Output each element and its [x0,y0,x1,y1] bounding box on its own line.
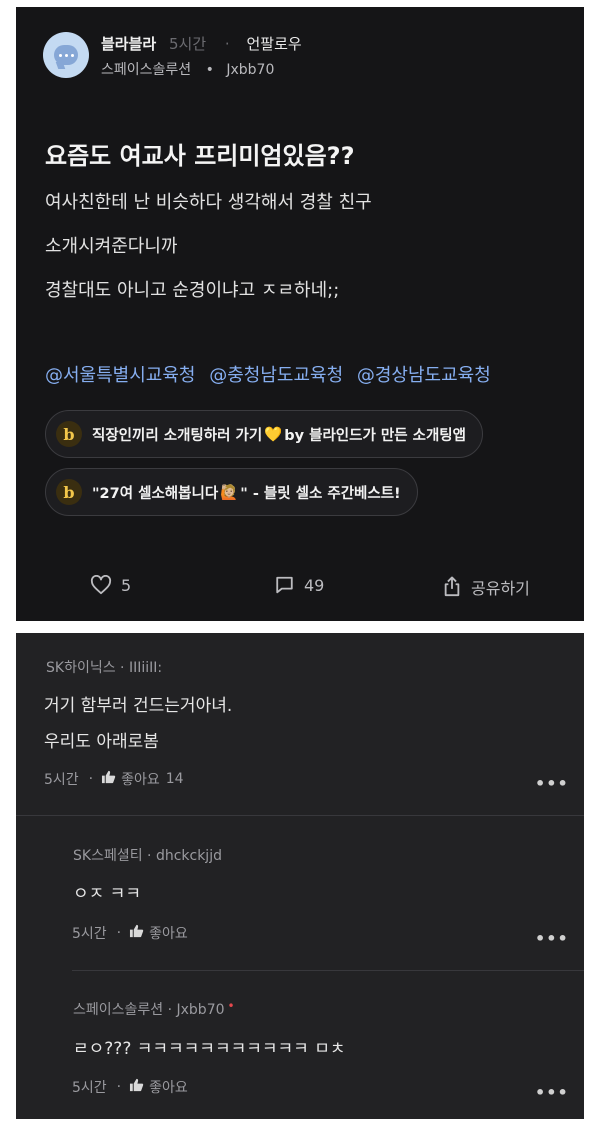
thumbs-up-icon[interactable] [129,924,144,942]
comment-text: 우리도 아래로봄 [44,732,159,752]
post-body-line: 여사친한테 난 비슷하다 생각해서 경찰 친구 [45,192,372,213]
unfollow-button[interactable]: 언팔로우 [246,35,301,53]
like-count: 5 [121,575,132,595]
more-options-icon[interactable]: ••• [535,774,569,793]
thumbs-up-icon[interactable] [101,770,116,788]
author-nickname: Jxbb70 [226,62,275,78]
reply-author[interactable]: 스페이스솔루션 · Jxbb70 • [73,999,235,1019]
tag-list: @서울특별시교육청 @충청남도교육청 @경상남도교육청 [45,361,499,387]
yellow-heart-icon: 💛 [264,426,283,443]
promo-link[interactable]: b "27여 셀소해봅니다 🙋🏼 " - 블릿 셀소 주간베스트! [45,468,418,516]
reply-author[interactable]: SK스페셜티 · dhckckjjd [73,845,222,865]
like-count: 14 [165,771,184,787]
separator: • [205,62,214,78]
more-options-icon[interactable]: ••• [535,929,569,948]
author-company: 스페이스솔루션 [101,62,192,78]
share-label: 공유하기 [471,579,530,598]
share-icon [444,576,460,597]
promo-text: " - 블릿 셀소 주간베스트! [240,485,401,502]
post-actions: 5 49 공유하기 [16,571,584,601]
post-body-line: 소개시켜준다니까 [45,236,178,257]
chat-bubble-icon [54,45,78,65]
like-label[interactable]: 좋아요 [121,769,160,789]
reply-time: 5시간 [72,926,107,942]
reply-text: ㄹㅇ??? ㅋㅋㅋㅋㅋㅋㅋㅋㅋㅋㅋ ㅁㅊ [73,1039,346,1059]
comment-button[interactable]: 49 [274,575,324,595]
like-label[interactable]: 좋아요 [149,923,188,943]
comment-time: 5시간 [44,772,79,788]
blind-logo-icon: b [56,421,82,447]
post-header: 블라블라 5시간 · 언팔로우 [101,33,302,54]
blind-logo-icon: b [56,479,82,505]
op-badge: • [227,999,235,1013]
comment-section: SK하이닉스 · IIIiiII: 거기 함부러 건드는거아녀. 우리도 아래로… [16,633,584,1119]
reply-footer: 5시간 · 좋아요 [72,1077,188,1097]
post-time: 5시간 [168,35,207,53]
heart-icon [90,575,112,595]
avatar[interactable] [43,32,89,78]
divider [72,970,584,971]
like-button[interactable]: 5 [90,575,131,595]
tag-link[interactable]: @경상남도교육청 [357,365,491,386]
promo-text: 직장인끼리 소개팅하러 가기 [92,427,263,444]
comment-count: 49 [304,575,325,595]
tag-link[interactable]: @충청남도교육청 [209,365,343,386]
promo-text: "27여 셀소해봅니다 [92,485,219,502]
reply-time: 5시간 [72,1080,107,1096]
comment-icon [276,576,293,594]
post-body-line: 경찰대도 아니고 순경이냐고 ㅈㄹ하네;; [45,280,340,301]
divider [16,815,584,816]
reply-footer: 5시간 · 좋아요 [72,923,188,943]
author-meta: 스페이스솔루션 • Jxbb70 [101,59,274,79]
post-card: 블라블라 5시간 · 언팔로우 스페이스솔루션 • Jxbb70 요즘도 여교사… [16,7,584,621]
post-title: 요즘도 여교사 프리미엄있음?? [45,142,355,170]
tag-link[interactable]: @서울특별시교육청 [45,365,195,386]
separator: · [224,35,230,53]
comment-text: 거기 함부러 건드는거아녀. [44,696,233,716]
more-options-icon[interactable]: ••• [535,1083,569,1102]
promo-link[interactable]: b 직장인끼리 소개팅하러 가기 💛 by 블라인드가 만든 소개팅앱 [45,410,483,458]
comment-author[interactable]: SK하이닉스 · IIIiiII: [46,657,162,677]
comment-footer: 5시간 · 좋아요 14 [44,769,184,789]
reply-text: ㅇㅈ ㅋㅋ [73,884,141,904]
author-name[interactable]: 블라블라 [101,35,156,53]
like-label[interactable]: 좋아요 [149,1077,188,1097]
promo-text: by 블라인드가 만든 소개팅앱 [284,427,466,444]
thumbs-up-icon[interactable] [129,1078,144,1096]
raising-hand-icon: 🙋🏼 [220,484,239,501]
share-button[interactable]: 공유하기 [442,575,530,599]
